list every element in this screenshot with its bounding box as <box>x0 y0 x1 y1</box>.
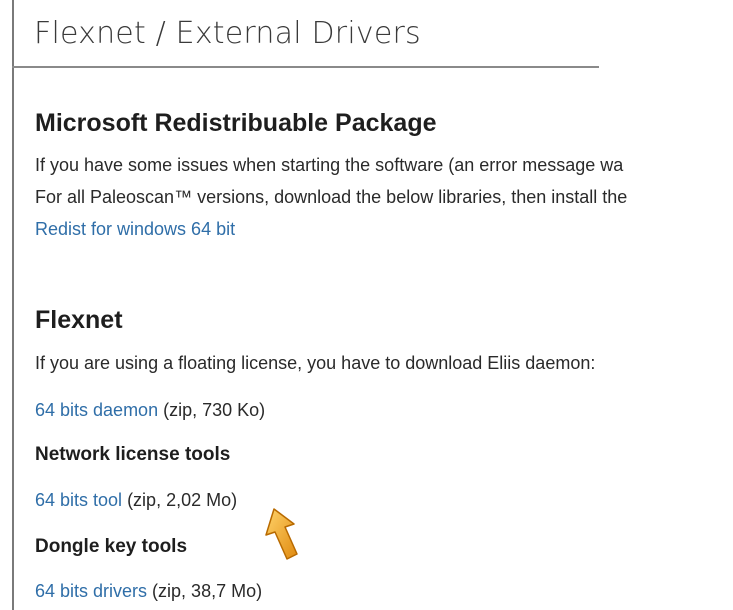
page-title: Flexnet / External Drivers <box>34 16 421 51</box>
tool-download-line: 64 bits tool (zip, 2,02 Mo) <box>35 490 237 511</box>
redist-link-line: Redist for windows 64 bit <box>35 219 235 240</box>
daemon-file-info: (zip, 730 Ko) <box>158 400 266 420</box>
daemon-download-line: 64 bits daemon (zip, 730 Ko) <box>35 400 265 421</box>
redist-description-line2: For all Paleoscan™ versions, download th… <box>35 187 628 207</box>
tool-file-info: (zip, 2,02 Mo) <box>122 490 238 510</box>
drivers-download-line: 64 bits drivers (zip, 38,7 Mo) <box>35 581 262 602</box>
arrow-pointer-icon <box>265 508 298 560</box>
drivers-file-info: (zip, 38,7 Mo) <box>147 581 263 601</box>
page: Flexnet / External Drivers Microsoft Red… <box>0 0 733 610</box>
flexnet-intro: If you are using a floating license, you… <box>35 353 596 373</box>
network-tools-heading: Network license tools <box>35 444 231 465</box>
dongle-tools-heading: Dongle key tools <box>35 536 188 557</box>
title-underline <box>12 66 599 68</box>
redist-description-line1: If you have some issues when starting th… <box>35 155 624 175</box>
drivers-64-link[interactable]: 64 bits drivers <box>35 581 147 601</box>
redist-heading: Microsoft Redistribuable Package <box>35 109 437 137</box>
flexnet-heading: Flexnet <box>35 306 123 334</box>
redist-win64-link[interactable]: Redist for windows 64 bit <box>35 219 235 239</box>
left-border <box>12 0 14 610</box>
daemon-64-link[interactable]: 64 bits daemon <box>35 400 158 420</box>
tool-64-link[interactable]: 64 bits tool <box>35 490 122 510</box>
